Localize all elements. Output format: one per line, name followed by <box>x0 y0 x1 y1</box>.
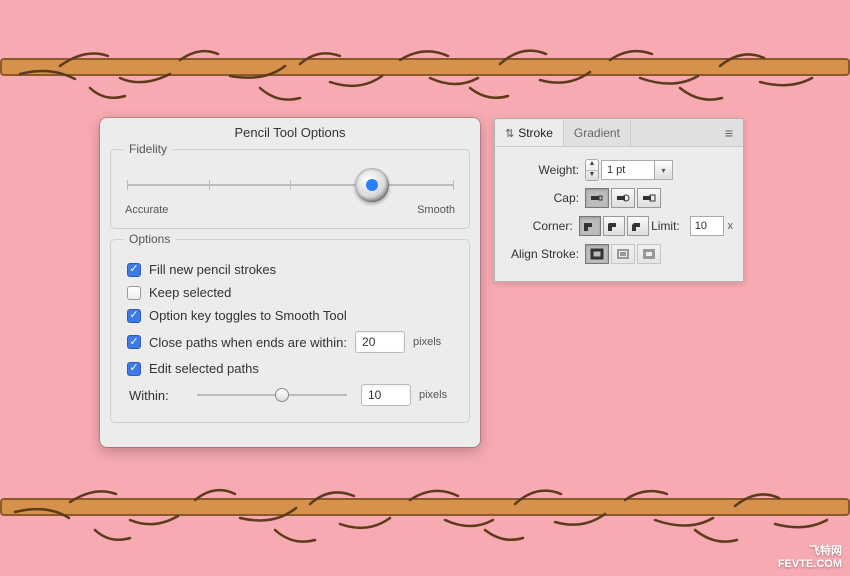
align-outside-button <box>637 244 661 264</box>
corner-miter-button[interactable] <box>579 216 601 236</box>
fidelity-section: Fidelity Accurate Smooth <box>110 149 470 229</box>
cap-round-button[interactable] <box>611 188 635 208</box>
edit-selected-checkbox[interactable]: ✓ <box>127 362 141 376</box>
corner-bevel-button[interactable] <box>627 216 649 236</box>
close-paths-unit: pixels <box>413 336 441 348</box>
tab-stroke[interactable]: ⇅Stroke <box>495 120 564 146</box>
option-key-checkbox[interactable]: ✓ <box>127 309 141 323</box>
branch-illustration-top <box>0 30 850 120</box>
option-key-label: Option key toggles to Smooth Tool <box>149 308 347 323</box>
fidelity-label: Fidelity <box>123 142 173 156</box>
corner-label: Corner: <box>505 219 579 233</box>
weight-input[interactable]: 1 pt <box>601 160 655 180</box>
within-input[interactable]: 10 <box>361 384 411 406</box>
pencil-tool-options-dialog: Pencil Tool Options Fidelity Accurate Sm… <box>100 118 480 447</box>
panel-menu-icon[interactable]: ≡ <box>715 125 743 141</box>
weight-stepper[interactable]: ▲▼ <box>585 159 599 181</box>
align-inside-button <box>611 244 635 264</box>
edit-selected-label: Edit selected paths <box>149 361 259 376</box>
keep-selected-label: Keep selected <box>149 285 231 300</box>
options-section: Options ✓ Fill new pencil strokes Keep s… <box>110 239 470 423</box>
weight-label: Weight: <box>505 163 585 177</box>
fidelity-slider[interactable] <box>127 174 453 196</box>
align-center-button[interactable] <box>585 244 609 264</box>
fidelity-slider-thumb[interactable] <box>355 168 389 202</box>
limit-label: Limit: <box>651 219 686 233</box>
limit-input[interactable]: 10 <box>690 216 724 236</box>
close-paths-input[interactable]: 20 <box>355 331 405 353</box>
cap-projecting-button[interactable] <box>637 188 661 208</box>
cap-butt-button[interactable] <box>585 188 609 208</box>
close-paths-label: Close paths when ends are within: <box>149 335 347 350</box>
fidelity-accurate-label: Accurate <box>125 204 168 216</box>
keep-selected-checkbox[interactable] <box>127 286 141 300</box>
fill-new-checkbox[interactable]: ✓ <box>127 263 141 277</box>
within-label: Within: <box>127 388 183 403</box>
branch-illustration-bottom <box>0 470 850 560</box>
limit-suffix: x <box>728 220 734 232</box>
corner-round-button[interactable] <box>603 216 625 236</box>
tab-gradient[interactable]: Gradient <box>564 120 631 146</box>
weight-dropdown[interactable]: ▾ <box>655 160 673 180</box>
watermark: 飞特网 FEVTE.COM <box>778 545 842 573</box>
fill-new-label: Fill new pencil strokes <box>149 262 276 277</box>
close-paths-checkbox[interactable]: ✓ <box>127 335 141 349</box>
align-stroke-label: Align Stroke: <box>505 247 585 261</box>
panel-tabs: ⇅Stroke Gradient ≡ <box>495 119 743 147</box>
options-label: Options <box>123 232 176 246</box>
cap-label: Cap: <box>505 191 585 205</box>
within-unit: pixels <box>419 389 447 401</box>
within-slider[interactable] <box>197 388 347 402</box>
stroke-panel: ⇅Stroke Gradient ≡ Weight: ▲▼ 1 pt ▾ Cap… <box>494 118 744 282</box>
fidelity-smooth-label: Smooth <box>417 204 455 216</box>
